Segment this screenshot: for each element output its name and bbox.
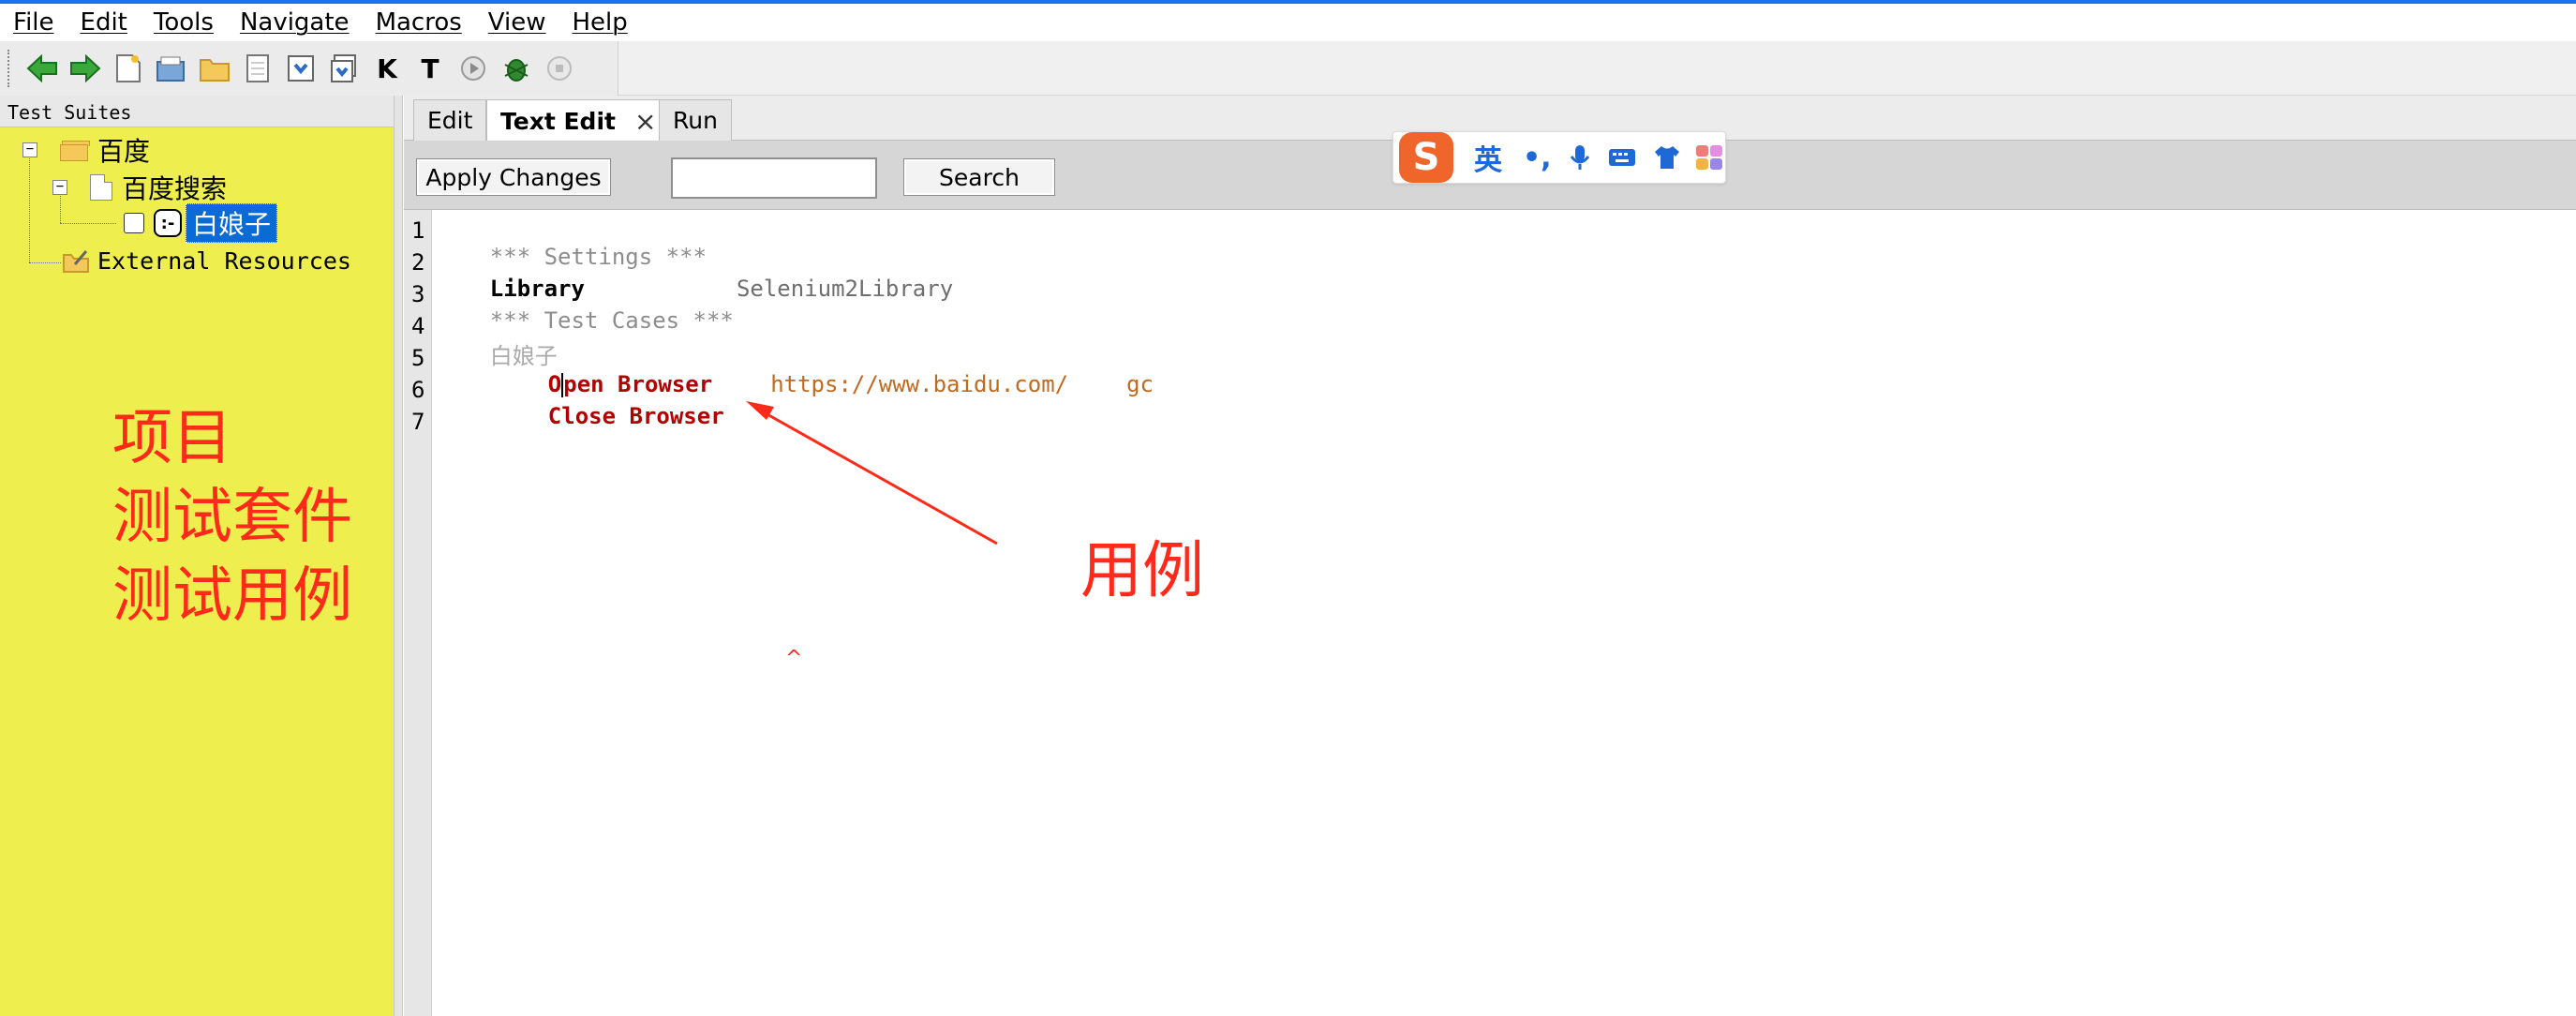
annotation-arrow xyxy=(746,401,998,545)
annotation-use-case: 用例 xyxy=(1080,534,1204,606)
annotation-caret: ^ xyxy=(785,647,803,670)
